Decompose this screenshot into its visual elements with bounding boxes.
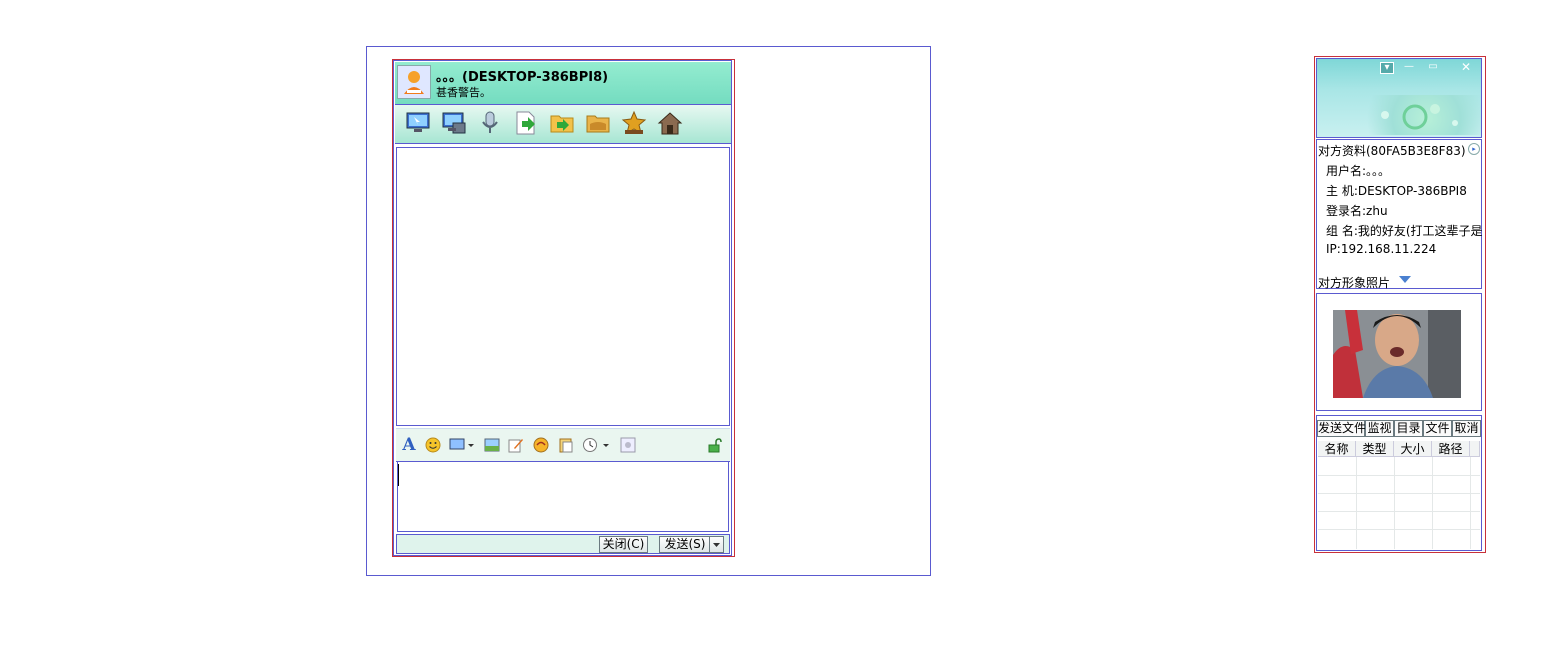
column-name[interactable]: 名称 <box>1318 441 1356 457</box>
photo-label: 对方形象照片 <box>1318 276 1391 290</box>
chat-header: 。。。(DESKTOP-386BPI8) 甚香警告。 <box>395 62 731 105</box>
send-file-icon[interactable] <box>513 110 539 136</box>
contact-photo <box>1333 310 1461 398</box>
info-group: 组 名:我的好友(打工这辈子是 <box>1326 224 1483 238</box>
edit-note-icon[interactable] <box>506 435 526 455</box>
contact-status: 甚香警告。 <box>436 86 491 99</box>
send-button[interactable]: 发送(S) <box>659 536 710 553</box>
chat-window: 。。。(DESKTOP-386BPI8) 甚香警告。 A 关闭(C) 发送(S) <box>392 59 735 557</box>
info-login: 登录名:zhu <box>1326 204 1388 218</box>
paste-icon[interactable] <box>556 435 576 455</box>
image-icon[interactable] <box>482 435 502 455</box>
format-toolbar: A <box>396 428 730 462</box>
tab-directory[interactable]: 目录 <box>1394 420 1423 437</box>
more-icon[interactable] <box>618 435 638 455</box>
shared-folder-icon[interactable] <box>585 110 611 136</box>
message-input[interactable] <box>397 461 729 532</box>
send-options-dropdown[interactable] <box>709 536 724 553</box>
bottom-button-bar: 关闭(C) 发送(S) <box>396 534 730 554</box>
emoji-icon[interactable] <box>423 435 443 455</box>
text-caret <box>398 464 399 486</box>
voice-microphone-icon[interactable] <box>477 110 503 136</box>
minimize-icon[interactable]: — <box>1403 62 1415 72</box>
home-icon[interactable] <box>657 110 683 136</box>
contact-star-icon[interactable] <box>621 110 647 136</box>
tab-monitor[interactable]: 监视 <box>1365 420 1394 437</box>
maximize-icon[interactable]: ▭ <box>1427 62 1439 72</box>
info-username: 用户名:。。。 <box>1326 164 1391 178</box>
chat-window-inner: 。。。(DESKTOP-386BPI8) 甚香警告。 A 关闭(C) 发送(S) <box>393 60 732 556</box>
contact-info-box: 对方资料(80FA5B3E8F83) ▸ 用户名:。。。 主 机:DESKTOP… <box>1316 139 1483 290</box>
bubbles-decoration <box>1345 95 1481 135</box>
contact-name: 。。。(DESKTOP-386BPI8) <box>436 70 609 85</box>
user-avatar-icon <box>398 66 430 98</box>
side-panel: ▾ — ▭ ✕ 对方资料(80FA5B3E8F83) ▸ 用户名:。。。 主 机… <box>1314 56 1486 553</box>
screenshot-icon[interactable] <box>448 435 476 455</box>
close-button[interactable]: 关闭(C) <box>599 536 648 553</box>
file-list-table[interactable]: 名称 类型 大小 路径 <box>1318 441 1480 549</box>
shake-icon[interactable] <box>531 435 551 455</box>
chat-history-area[interactable] <box>396 147 730 426</box>
column-size[interactable]: 大小 <box>1394 441 1432 457</box>
close-icon[interactable]: ✕ <box>1460 61 1472 73</box>
tab-file[interactable]: 文件 <box>1423 420 1452 437</box>
column-path[interactable]: 路径 <box>1432 441 1470 457</box>
send-folder-icon[interactable] <box>549 110 575 136</box>
chat-toolbar <box>395 105 731 144</box>
side-panel-header: ▾ — ▭ ✕ <box>1316 58 1482 138</box>
tab-send-file[interactable]: 发送文件 <box>1317 420 1366 437</box>
file-transfer-box: 发送文件 监视 目录 文件 取消 名称 类型 大小 路径 <box>1316 415 1482 551</box>
font-icon[interactable]: A <box>399 435 419 455</box>
dropdown-window-icon[interactable]: ▾ <box>1380 62 1394 74</box>
remote-desktop-icon[interactable] <box>405 110 431 136</box>
info-ip: IP:192.168.11.224 <box>1326 242 1437 256</box>
remote-assist-icon[interactable] <box>441 110 467 136</box>
photo-expand-icon[interactable] <box>1399 276 1411 283</box>
history-clock-icon[interactable] <box>581 435 611 455</box>
lock-icon[interactable] <box>704 435 724 455</box>
info-title: 对方资料(80FA5B3E8F83) <box>1318 144 1466 158</box>
info-host: 主 机:DESKTOP-386BPI8 <box>1326 184 1467 198</box>
chevron-down-icon <box>713 543 720 547</box>
info-expand-icon[interactable]: ▸ <box>1468 143 1480 155</box>
tab-cancel[interactable]: 取消 <box>1452 420 1481 437</box>
column-extra <box>1470 441 1480 457</box>
contact-photo-box <box>1316 293 1482 411</box>
column-type[interactable]: 类型 <box>1356 441 1394 457</box>
contact-avatar[interactable] <box>397 65 431 99</box>
